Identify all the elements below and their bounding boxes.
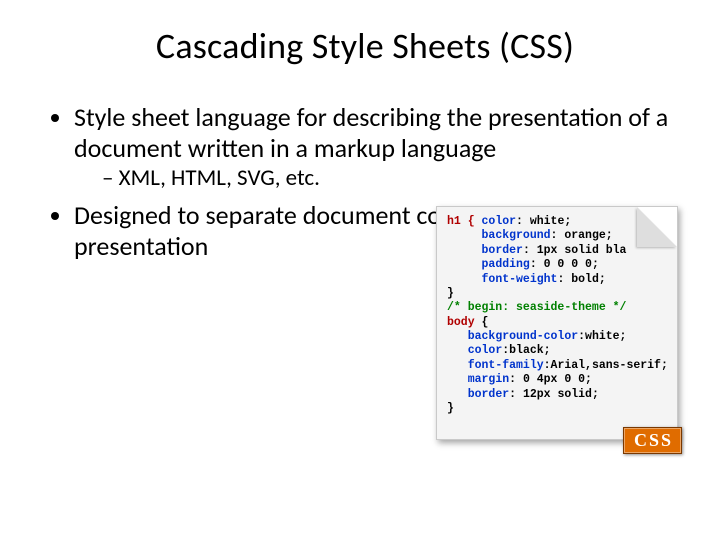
- code-l2a: background: [482, 229, 551, 242]
- bullet-1-sub: XML, HTML, SVG, etc.: [102, 165, 680, 192]
- bullet-1: Style sheet language for describing the …: [74, 102, 680, 192]
- bullet-list-level2: XML, HTML, SVG, etc.: [74, 165, 680, 192]
- code-l1c: : white;: [516, 215, 571, 228]
- code-l14: }: [447, 402, 454, 415]
- code-l1b: color: [482, 215, 517, 228]
- code-l1a: h1 {: [447, 215, 482, 228]
- code-sheet: h1 { color: white; background: orange; b…: [436, 206, 678, 440]
- css-badge: CSS: [623, 427, 682, 454]
- code-l3b: : 1px solid bla: [523, 244, 627, 257]
- code-l11b: :Arial,sans-serif;: [544, 359, 668, 372]
- code-l4a: padding: [482, 258, 530, 271]
- code-l13a: border: [468, 388, 509, 401]
- slide: Cascading Style Sheets (CSS) Style sheet…: [0, 0, 720, 540]
- code-block: h1 { color: white; background: orange; b…: [437, 207, 677, 424]
- code-l4b: : 0 0 0 0;: [530, 258, 599, 271]
- code-l5a: font-weight: [482, 273, 558, 286]
- code-l6: }: [447, 287, 454, 300]
- code-l2b: : orange;: [551, 229, 613, 242]
- code-l9a: background-color: [468, 330, 578, 343]
- code-l9b: :white;: [578, 330, 626, 343]
- code-l10a: color: [468, 344, 503, 357]
- code-l12b: : 0 4px 0 0;: [509, 373, 592, 386]
- code-l5b: : bold;: [557, 273, 605, 286]
- code-l13b: : 12px solid;: [509, 388, 599, 401]
- code-l8b: {: [475, 316, 489, 329]
- code-l10b: :black;: [502, 344, 550, 357]
- code-l8a: body: [447, 316, 475, 329]
- code-l7: /* begin: seaside-theme */: [447, 301, 626, 314]
- code-l3a: border: [482, 244, 523, 257]
- slide-title: Cascading Style Sheets (CSS): [50, 24, 680, 68]
- code-l11a: font-family: [468, 359, 544, 372]
- bullet-1-text: Style sheet language for describing the …: [74, 101, 668, 164]
- css-code-illustration: h1 { color: white; background: orange; b…: [436, 206, 676, 440]
- code-l12a: margin: [468, 373, 509, 386]
